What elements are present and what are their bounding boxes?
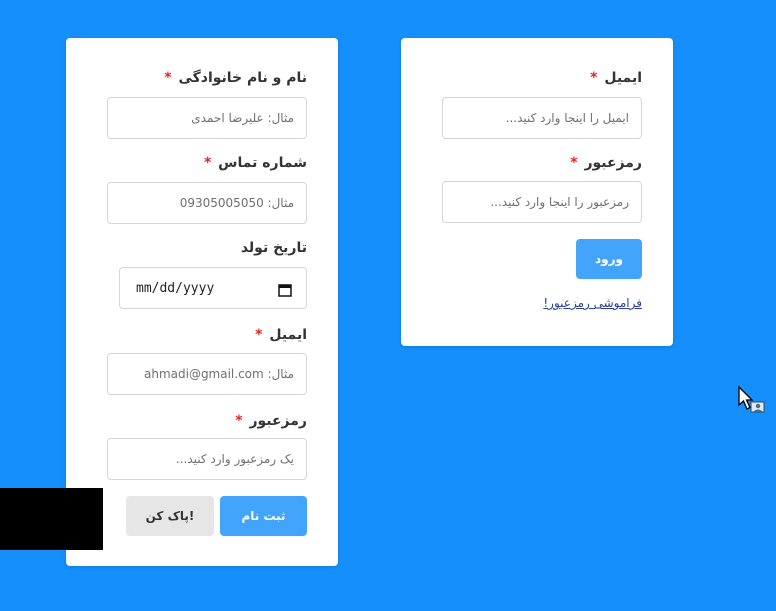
calendar-icon[interactable] xyxy=(278,282,292,297)
birthdate-input[interactable]: mm/dd/yyyy xyxy=(119,267,307,309)
cursor-icon xyxy=(737,385,769,421)
birthdate-value: mm/dd/yyyy xyxy=(136,280,215,296)
register-card: نام و نام خانوادگی * شماره تماس * تاریخ … xyxy=(66,38,338,566)
birthdate-label: تاریخ تولد xyxy=(240,240,307,256)
login-email-label: ایمیل * xyxy=(590,70,642,86)
login-password-input[interactable] xyxy=(442,181,642,223)
clear-button[interactable]: پاک کن! xyxy=(126,496,214,536)
email-input[interactable] xyxy=(107,353,307,395)
login-card: ایمیل * رمزعبور * ورود فراموشی رمزعبور! xyxy=(401,38,673,346)
fullname-input[interactable] xyxy=(107,97,307,139)
required-mark: * xyxy=(235,413,243,429)
required-mark: * xyxy=(164,70,172,86)
register-button[interactable]: ثبت نام xyxy=(220,496,307,536)
fullname-label: نام و نام خانوادگی * xyxy=(164,70,307,86)
required-mark: * xyxy=(203,155,212,171)
required-mark: * xyxy=(590,70,598,86)
redaction-block xyxy=(0,488,103,550)
email-label: ایمیل * xyxy=(255,327,307,343)
forgot-password-link[interactable]: فراموشی رمزعبور! xyxy=(543,296,642,310)
required-mark: * xyxy=(255,327,263,343)
phone-input[interactable] xyxy=(107,182,307,224)
login-button[interactable]: ورود xyxy=(576,239,642,279)
password-input[interactable] xyxy=(107,438,307,480)
password-label: رمزعبور * xyxy=(235,413,307,429)
phone-label: شماره تماس * xyxy=(203,155,307,171)
login-password-label: رمزعبور * xyxy=(570,155,642,171)
login-email-input[interactable] xyxy=(442,97,642,139)
required-mark: * xyxy=(570,155,578,171)
